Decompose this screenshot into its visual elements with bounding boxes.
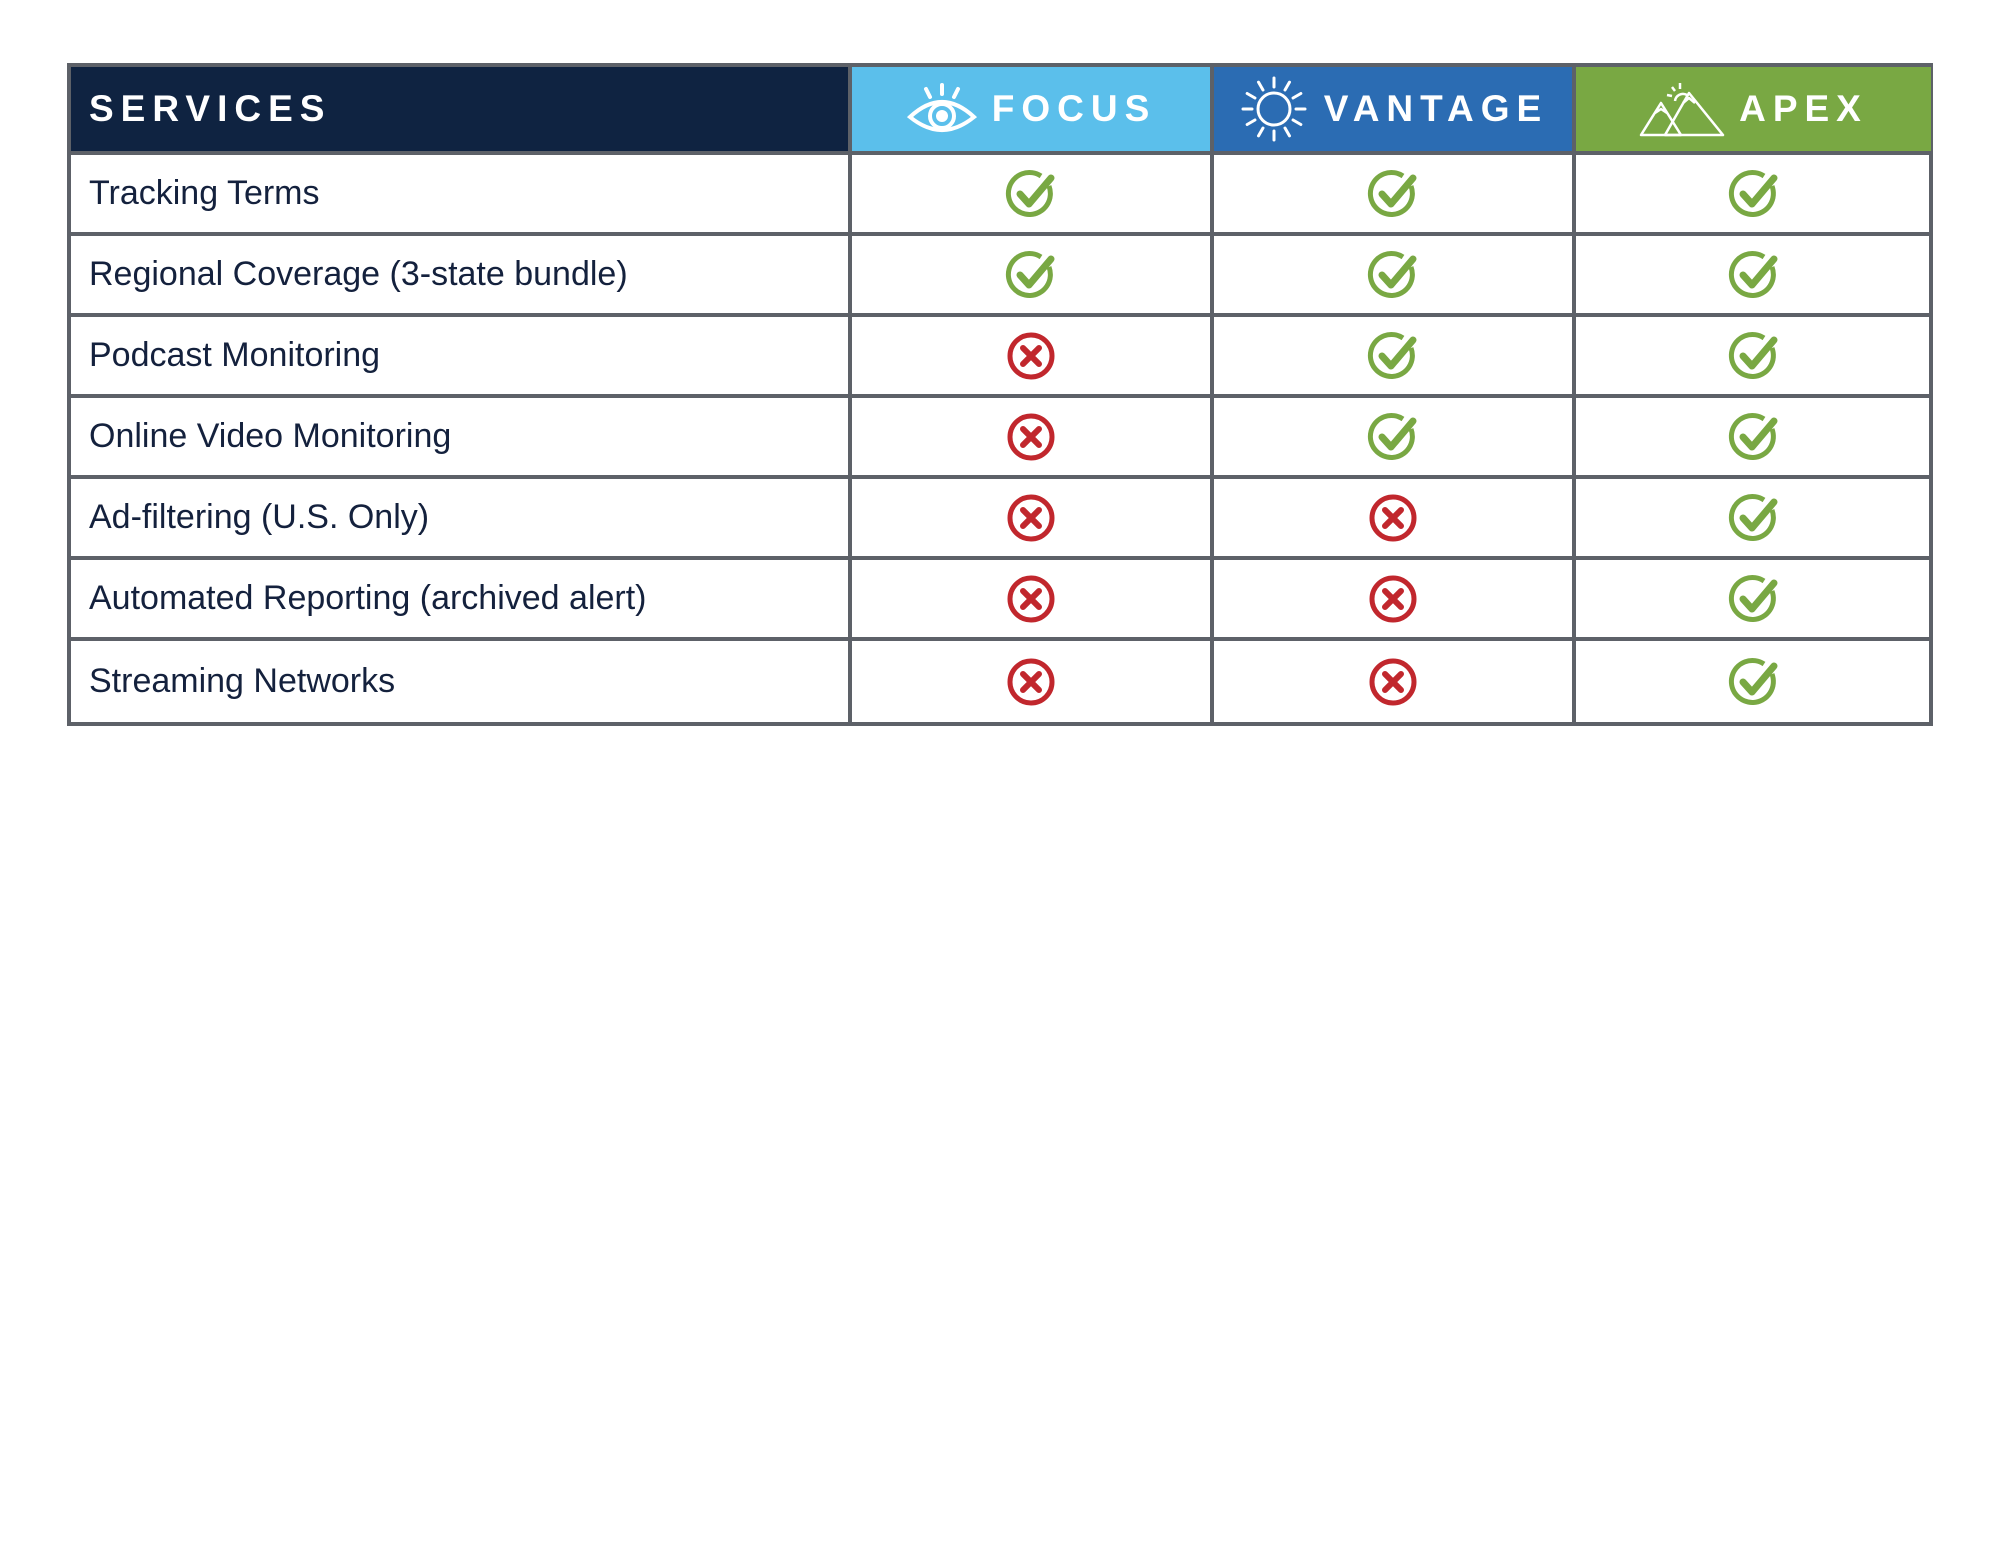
header-plan-focus: FOCUS [852,67,1214,155]
header-plan-vantage: VANTAGE [1214,67,1576,155]
check-icon [1367,412,1417,460]
cross-icon [1007,494,1055,541]
cross-icon [1369,658,1417,705]
mountains-icon [1639,83,1725,137]
availability-apex [1576,641,1931,722]
check-icon [1728,412,1777,460]
check-icon [1728,331,1777,379]
availability-vantage [1214,236,1576,317]
availability-apex [1576,317,1931,398]
check-icon [1005,250,1055,298]
header-plan-apex: APEX [1576,67,1931,155]
availability-vantage [1214,641,1576,722]
service-name: Streaming Networks [71,641,852,722]
eye-icon [906,83,977,132]
service-name: Ad-filtering (U.S. Only) [71,479,852,560]
availability-focus [852,479,1214,560]
availability-apex [1576,236,1931,317]
service-name: Podcast Monitoring [71,317,852,398]
service-name: Regional Coverage (3-state bundle) [71,236,852,317]
availability-focus [852,398,1214,479]
sun-icon [1241,76,1307,142]
availability-vantage [1214,317,1576,398]
availability-apex [1576,560,1931,641]
header-services-label: SERVICES [89,88,332,129]
service-name: Tracking Terms [71,155,852,236]
availability-focus [852,155,1214,236]
check-icon [1367,331,1417,379]
check-icon [1728,493,1777,541]
availability-apex [1576,479,1931,560]
service-name: Online Video Monitoring [71,398,852,479]
cross-icon [1007,575,1055,622]
availability-focus [852,641,1214,722]
cross-icon [1007,658,1055,705]
availability-vantage [1214,560,1576,641]
header-plan-label: FOCUS [991,88,1157,129]
availability-focus [852,317,1214,398]
availability-vantage [1214,479,1576,560]
availability-vantage [1214,155,1576,236]
availability-focus [852,236,1214,317]
cross-icon [1007,413,1055,460]
services-comparison-table: SERVICES FOCUS VANTAGE APEX Tracking Ter… [67,63,1933,726]
header-services: SERVICES [71,67,852,155]
cross-icon [1369,575,1417,622]
check-icon [1728,657,1777,705]
cross-icon [1369,494,1417,541]
header-plan-label: VANTAGE [1323,88,1549,129]
header-plan-label: APEX [1739,88,1868,129]
check-icon [1728,250,1777,298]
check-icon [1367,169,1417,217]
check-icon [1005,169,1055,217]
check-icon [1728,169,1777,217]
availability-apex [1576,398,1931,479]
check-icon [1367,250,1417,298]
service-name: Automated Reporting (archived alert) [71,560,852,641]
check-icon [1728,574,1777,622]
cross-icon [1007,332,1055,379]
availability-focus [852,560,1214,641]
availability-apex [1576,155,1931,236]
availability-vantage [1214,398,1576,479]
